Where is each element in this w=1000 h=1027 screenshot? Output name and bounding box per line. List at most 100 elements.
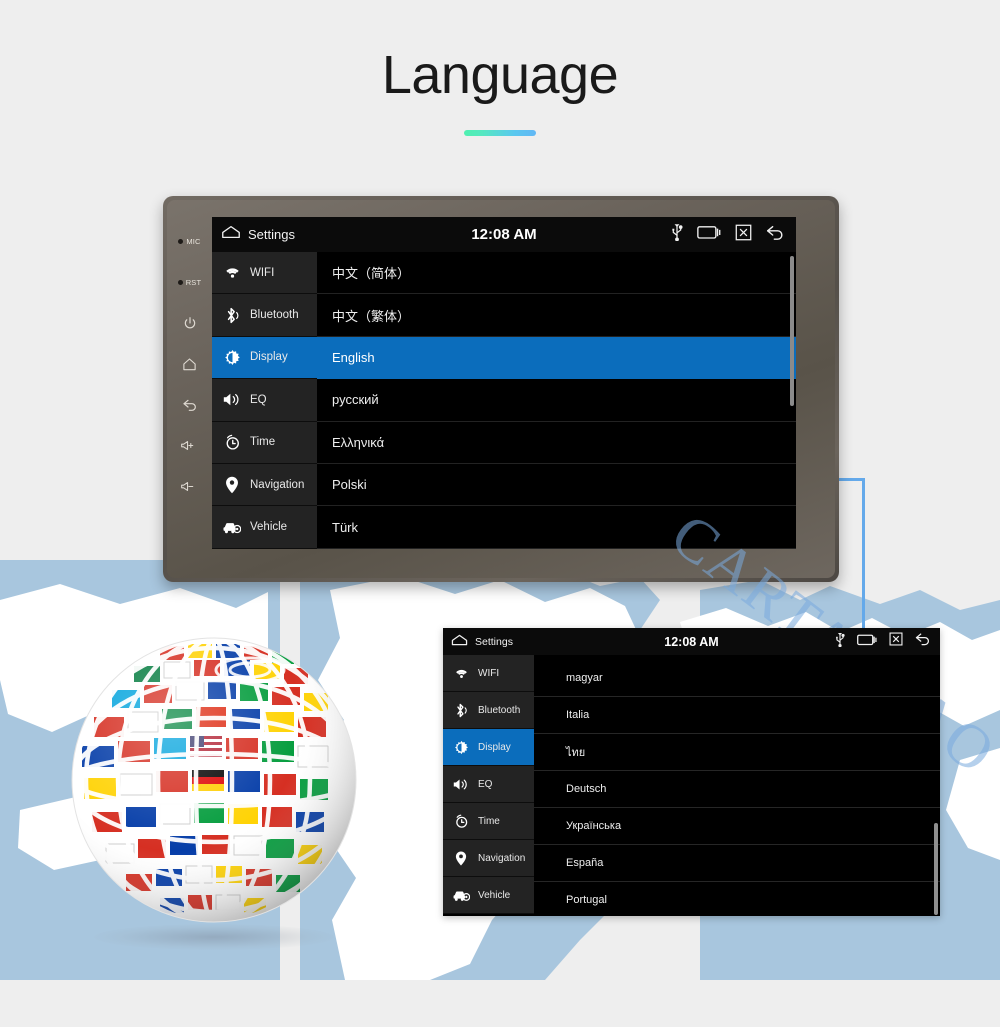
bluetooth-icon [452, 701, 470, 719]
secondary-screen: Settings 12:08 AM WIFI Bluetooth Display… [443, 628, 940, 916]
connector-vertical-segment [862, 478, 865, 638]
volume-down-icon [181, 480, 198, 495]
secondary-status-bar: Settings 12:08 AM [443, 628, 940, 655]
flags-globe-image [71, 637, 357, 923]
status-bar-title: Settings [248, 227, 295, 242]
back-icon[interactable] [915, 632, 932, 651]
sidebar-item-bluetooth[interactable]: Bluetooth [443, 692, 534, 729]
list-scrollbar[interactable] [934, 823, 938, 915]
map-pin-icon [452, 849, 470, 867]
usb-icon[interactable] [671, 223, 683, 246]
sidebar-item-display[interactable]: Display [443, 729, 534, 766]
sidebar-item-label: Time [478, 815, 500, 827]
recents-icon[interactable] [857, 633, 877, 651]
sidebar-item-navigation[interactable]: Navigation [443, 840, 534, 877]
language-option[interactable]: magyar [534, 660, 940, 697]
sidebar-item-wifi[interactable]: WIFI [443, 655, 534, 692]
language-option[interactable]: Polski [317, 464, 796, 507]
language-option[interactable]: Italia [534, 697, 940, 734]
power-button[interactable] [167, 303, 212, 344]
sidebar-item-label: Bluetooth [478, 704, 521, 716]
brightness-icon [223, 348, 241, 366]
home-icon [182, 357, 197, 373]
language-list[interactable]: 中文（简体） 中文（繁体） English русский Ελληνικά P… [317, 252, 796, 549]
sidebar-item-bluetooth[interactable]: Bluetooth [212, 294, 317, 337]
back-arrow-icon [182, 398, 198, 414]
sidebar-item-label: Vehicle [250, 521, 288, 534]
recents-icon[interactable] [697, 224, 721, 245]
language-option[interactable]: ไทย [534, 734, 940, 771]
car-icon [452, 886, 470, 904]
language-option[interactable]: русский [317, 379, 796, 422]
secondary-language-list[interactable]: magyar Italia ไทย Deutsch Українська Esp… [534, 655, 940, 916]
alarm-clock-icon [223, 433, 241, 451]
page-header: Language [0, 0, 1000, 170]
car-head-unit-device: MIC RST Settings 12:08 AM WIFI Bluetooth… [163, 196, 839, 582]
close-icon[interactable] [889, 632, 903, 651]
language-option[interactable]: Deutsch [534, 771, 940, 808]
map-pin-icon [223, 476, 241, 494]
device-bezel: MIC RST Settings 12:08 AM WIFI Bluetooth… [167, 200, 835, 578]
language-option[interactable]: Українська [534, 808, 940, 845]
home-button[interactable] [167, 344, 212, 385]
sidebar-item-vehicle[interactable]: Vehicle [212, 506, 317, 549]
sidebar-item-label: Display [478, 741, 511, 753]
language-option[interactable]: 中文（简体） [317, 252, 796, 295]
status-bar-icons [671, 223, 786, 246]
main-screen: Settings 12:08 AM WIFI Bluetooth Display… [212, 217, 796, 549]
secondary-settings-sidebar: WIFI Bluetooth Display EQ Time Navigatio… [443, 655, 534, 916]
usb-icon[interactable] [835, 632, 845, 652]
back-button[interactable] [167, 385, 212, 426]
sidebar-item-label: WIFI [250, 266, 275, 279]
sidebar-item-vehicle[interactable]: Vehicle [443, 877, 534, 914]
sidebar-item-time[interactable]: Time [443, 803, 534, 840]
sidebar-item-label: Time [250, 436, 276, 449]
sidebar-item-time[interactable]: Time [212, 421, 317, 464]
sidebar-item-label: Navigation [250, 478, 305, 491]
sidebar-item-navigation[interactable]: Navigation [212, 463, 317, 507]
volume-up-button[interactable] [167, 426, 212, 467]
language-option[interactable]: Türk [317, 506, 796, 549]
sidebar-item-label: Vehicle [478, 889, 511, 901]
sidebar-item-label: WIFI [478, 667, 500, 679]
language-option[interactable]: 中文（繁体） [317, 294, 796, 337]
screen-body: WIFI Bluetooth Display EQ Time Navigatio… [212, 252, 796, 549]
sidebar-item-wifi[interactable]: WIFI [212, 252, 317, 295]
language-option[interactable]: Ελληνικά [317, 422, 796, 464]
sidebar-item-label: EQ [250, 393, 267, 406]
volume-up-icon [181, 439, 198, 454]
sidebar-item-label: Bluetooth [250, 309, 299, 322]
sidebar-item-label: Display [250, 351, 288, 364]
volume-down-button[interactable] [167, 467, 212, 508]
sidebar-item-eq[interactable]: EQ [443, 766, 534, 803]
wifi-icon [452, 664, 470, 682]
mic-indicator: MIC [167, 221, 212, 262]
language-option-selected[interactable]: English [317, 336, 796, 380]
settings-sidebar: WIFI Bluetooth Display EQ Time Navigatio… [212, 252, 317, 549]
brightness-icon [452, 738, 470, 756]
sidebar-item-label: EQ [478, 778, 493, 790]
bluetooth-icon [223, 306, 241, 324]
sidebar-item-display[interactable]: Display [212, 336, 317, 380]
wifi-icon [223, 264, 241, 282]
speaker-icon [223, 391, 241, 409]
status-bar-left[interactable]: Settings [221, 225, 295, 244]
reset-dot-icon [177, 280, 183, 285]
reset-indicator[interactable]: RST [167, 262, 212, 303]
power-icon [183, 316, 197, 332]
close-icon[interactable] [735, 224, 752, 246]
language-option[interactable]: España [534, 845, 940, 882]
secondary-screen-body: WIFI Bluetooth Display EQ Time Navigatio… [443, 655, 940, 916]
secondary-status-bar-icons [835, 632, 932, 652]
language-option[interactable]: Portugal [534, 882, 940, 916]
device-side-buttons: MIC RST [167, 200, 212, 578]
flags-globe [48, 628, 378, 958]
sidebar-item-eq[interactable]: EQ [212, 379, 317, 422]
mic-dot-icon [178, 239, 184, 244]
back-icon[interactable] [766, 224, 786, 246]
alarm-clock-icon [452, 812, 470, 830]
list-scrollbar[interactable] [790, 256, 794, 406]
page-title: Language [381, 45, 619, 105]
sidebar-item-label: Navigation [478, 852, 526, 864]
title-underline-accent [464, 130, 536, 136]
